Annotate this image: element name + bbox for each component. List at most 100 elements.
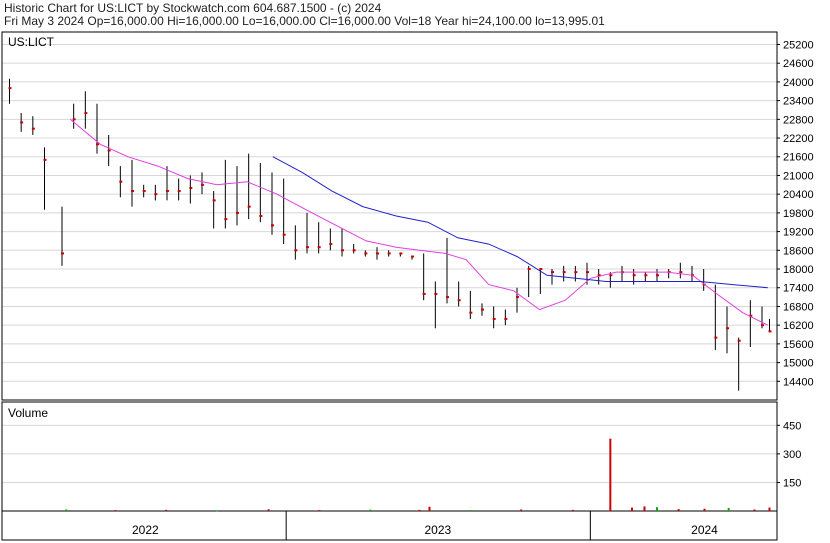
close-mark xyxy=(411,255,414,258)
price-tick-label: 22200 xyxy=(783,133,814,145)
close-mark xyxy=(84,112,88,115)
close-mark xyxy=(481,308,484,311)
price-tick-label: 25200 xyxy=(783,39,814,51)
volume-series xyxy=(65,438,771,512)
x-tick-label: 2023 xyxy=(424,523,451,537)
close-mark xyxy=(72,118,76,121)
close-mark xyxy=(31,127,35,130)
price-panel-title: US:LICT xyxy=(8,35,55,49)
close-mark xyxy=(714,336,718,339)
close-mark xyxy=(224,218,228,221)
close-mark xyxy=(8,87,12,90)
volume-bar xyxy=(677,509,680,511)
volume-tick-label: 300 xyxy=(783,449,801,461)
volume-bar xyxy=(727,507,730,511)
volume-bar xyxy=(631,507,633,511)
volume-bar xyxy=(216,510,218,512)
volume-bar xyxy=(114,510,117,512)
volume-tick-label: 150 xyxy=(783,477,801,489)
close-mark xyxy=(761,324,764,327)
moving-average-long-line xyxy=(272,156,768,289)
price-tick-label: 21600 xyxy=(783,152,814,164)
close-mark xyxy=(632,274,636,277)
close-mark xyxy=(154,193,158,196)
volume-bar xyxy=(165,509,168,511)
volume-bar xyxy=(267,509,270,511)
close-mark xyxy=(166,190,169,193)
close-mark xyxy=(399,252,403,255)
close-mark xyxy=(539,268,543,271)
volume-bar xyxy=(65,509,68,511)
close-mark xyxy=(586,271,589,274)
close-mark xyxy=(212,199,216,202)
price-tick-label: 17400 xyxy=(783,283,814,295)
close-mark xyxy=(457,299,461,302)
volume-bar xyxy=(703,508,706,511)
volume-tick-label: 450 xyxy=(783,420,801,432)
close-mark xyxy=(387,252,391,255)
price-tick-label: 18000 xyxy=(783,264,814,276)
close-mark xyxy=(189,186,193,189)
close-mark xyxy=(247,205,251,208)
close-mark xyxy=(469,311,473,314)
price-tick-label: 15600 xyxy=(783,339,814,351)
close-mark xyxy=(201,183,204,186)
close-mark xyxy=(376,252,379,255)
close-mark xyxy=(142,190,146,193)
close-mark xyxy=(352,249,356,252)
close-mark xyxy=(726,327,729,330)
close-mark xyxy=(43,158,47,161)
close-mark xyxy=(282,233,286,236)
volume-bar xyxy=(520,509,523,511)
close-mark xyxy=(656,274,659,277)
close-mark xyxy=(236,211,239,214)
close-mark xyxy=(504,317,508,320)
close-mark xyxy=(131,190,134,193)
close-mark xyxy=(434,292,438,295)
close-mark xyxy=(679,271,683,274)
close-mark xyxy=(107,149,111,152)
volume-bar xyxy=(643,506,646,511)
volume-bar xyxy=(428,506,431,511)
volume-bar xyxy=(609,438,612,511)
close-mark xyxy=(259,215,263,217)
volume-bar xyxy=(418,509,421,511)
close-mark xyxy=(574,271,578,274)
close-mark xyxy=(527,268,531,271)
close-mark xyxy=(562,271,566,274)
grid-lines xyxy=(2,43,777,483)
price-tick-label: 15000 xyxy=(783,358,814,370)
price-tick-label: 19200 xyxy=(783,227,814,239)
price-tick-label: 16800 xyxy=(783,301,814,313)
volume-panel-frame xyxy=(1,401,778,512)
close-mark xyxy=(20,121,24,124)
close-mark xyxy=(341,249,344,252)
price-tick-label: 18600 xyxy=(783,245,814,257)
volume-bar xyxy=(369,509,372,511)
price-tick-label: 24600 xyxy=(783,58,814,70)
close-mark xyxy=(271,224,274,227)
price-tick-label: 20400 xyxy=(783,189,814,201)
close-mark xyxy=(516,296,519,299)
volume-bar xyxy=(469,510,472,512)
price-tick-label: 22800 xyxy=(783,114,814,126)
volume-bar xyxy=(318,510,321,512)
close-mark xyxy=(61,252,64,255)
axis-labels: 2022 2023 2024 US:LICT Volume 14400 15000 15600… xyxy=(8,35,814,537)
chart-frame xyxy=(1,31,778,541)
volume-bar xyxy=(768,507,771,511)
price-tick-label: 21000 xyxy=(783,170,814,182)
moving-average-short-line xyxy=(69,118,769,326)
x-tick-label: 2022 xyxy=(132,523,159,537)
close-mark xyxy=(737,339,741,342)
close-mark xyxy=(177,190,181,193)
price-tick-label: 14400 xyxy=(783,376,814,388)
price-tick-label: 24000 xyxy=(783,77,814,89)
close-mark xyxy=(329,243,333,246)
close-mark xyxy=(446,296,449,299)
close-mark xyxy=(644,274,648,277)
close-mark xyxy=(364,252,368,255)
close-mark xyxy=(306,246,309,249)
close-mark xyxy=(96,143,99,146)
close-mark xyxy=(492,317,496,320)
